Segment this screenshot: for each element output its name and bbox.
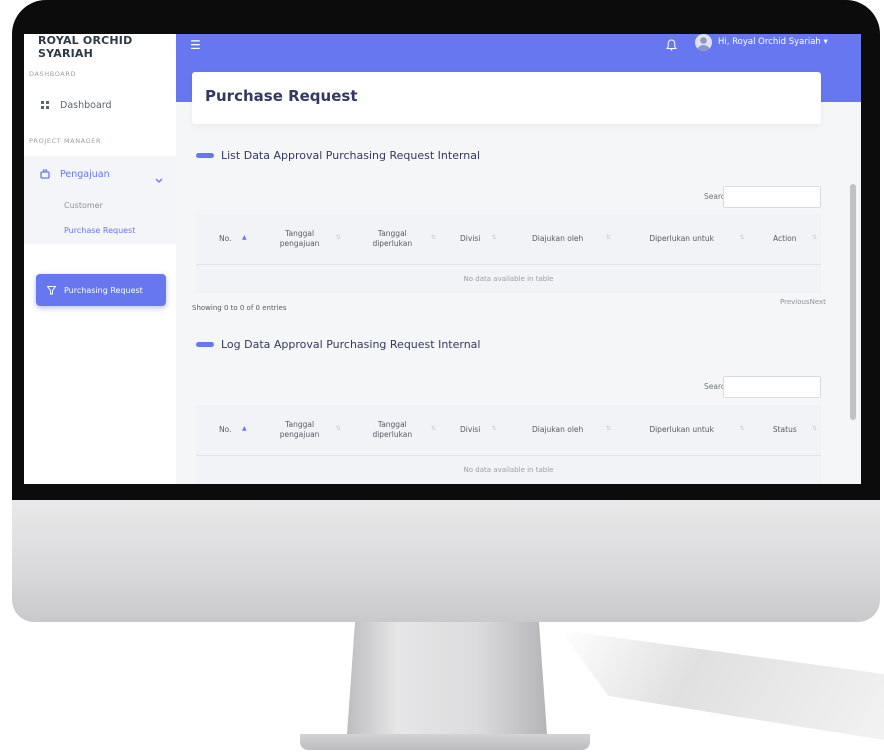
column-header-action[interactable]: Action ⇅	[748, 214, 821, 265]
sort-icon: ⇅	[811, 234, 817, 241]
sidebar-item-label: Pengajuan	[60, 168, 110, 180]
briefcase-icon	[40, 169, 50, 179]
purchasing-request-label: Purchasing Request	[64, 285, 143, 295]
column-header-status[interactable]: Status ⇅	[748, 405, 821, 456]
sort-icon: ⇅	[605, 234, 611, 241]
desk-shadow	[560, 630, 884, 740]
sidebar-item-dashboard[interactable]: Dashboard	[24, 91, 176, 119]
column-header-tanggal-pengajuan[interactable]: Tanggal pengajuan ⇅	[254, 405, 345, 456]
column-header-divisi[interactable]: Divisi ⇅	[439, 405, 501, 456]
column-header-no[interactable]: No. ▲	[196, 214, 255, 265]
table-header-row: No. ▲ Tanggal pengajuan ⇅ Tanggal diperluk…	[196, 214, 821, 265]
monitor-stand	[347, 622, 547, 734]
sort-icon: ⇅	[430, 234, 436, 241]
sort-icon: ⇅	[605, 425, 611, 432]
sort-icon: ⇅	[739, 425, 745, 432]
sidebar-item-pengajuan[interactable]: Pengajuan	[24, 160, 176, 188]
sort-icon: ⇅	[491, 234, 497, 241]
page-title: Purchase Request	[205, 87, 358, 105]
chevron-down-icon	[155, 169, 163, 188]
column-header-divisi[interactable]: Divisi ⇅	[439, 214, 501, 265]
pagination[interactable]: PreviousNext	[780, 298, 826, 306]
sort-icon: ⇅	[811, 425, 817, 432]
table-header-row: No. ▲ Tanggal pengajuan ⇅ Tanggal diperluk…	[196, 405, 821, 456]
sort-icon: ⇅	[491, 425, 497, 432]
page-header-card: Purchase Request	[192, 72, 821, 124]
sort-icon: ⇅	[739, 234, 745, 241]
table-row: No data available in table	[196, 456, 821, 485]
user-avatar-icon[interactable]	[695, 34, 712, 51]
column-header-diperlukan-untuk[interactable]: Diperlukan untuk ⇅	[614, 405, 749, 456]
brand-title: ROYAL ORCHID SYARIAH	[38, 34, 133, 60]
sort-icon: ⇅	[335, 234, 341, 241]
sidebar: ROYAL ORCHID SYARIAH DASHBOARD Dashboard…	[24, 34, 176, 484]
list-section-title: List Data Approval Purchasing Request In…	[221, 149, 481, 162]
log-search-input[interactable]	[723, 376, 821, 398]
column-header-tanggal-diperlukan[interactable]: Tanggal diperlukan ⇅	[344, 214, 440, 265]
column-header-no[interactable]: No. ▲	[196, 405, 255, 456]
sort-icon: ⇅	[430, 425, 436, 432]
user-name: Hi, Royal Orchid Syariah	[718, 37, 821, 47]
section-marker	[196, 153, 214, 158]
user-menu[interactable]: Hi, Royal Orchid Syariah ▾	[718, 37, 828, 47]
monitor-stand-base	[300, 734, 590, 750]
empty-table-message: No data available in table	[463, 466, 554, 474]
column-header-tanggal-pengajuan[interactable]: Tanggal pengajuan ⇅	[254, 214, 345, 265]
sidebar-item-label: Dashboard	[60, 99, 112, 111]
table-row: No data available in table	[196, 265, 821, 294]
empty-table-message: No data available in table	[463, 275, 554, 283]
sort-icon: ⇅	[335, 425, 341, 432]
scrollbar[interactable]	[850, 184, 856, 420]
log-data-table: No. ▲ Tanggal pengajuan ⇅ Tanggal diperluk…	[196, 405, 821, 484]
sort-asc-icon: ▲	[242, 234, 247, 241]
column-header-diajukan-oleh[interactable]: Diajukan oleh ⇅	[500, 214, 615, 265]
filter-icon	[47, 285, 56, 295]
list-search-input[interactable]	[723, 186, 821, 208]
column-header-diajukan-oleh[interactable]: Diajukan oleh ⇅	[500, 405, 615, 456]
sidebar-subitem-customer[interactable]: Customer	[64, 201, 103, 210]
app-screen: ROYAL ORCHID SYARIAH DASHBOARD Dashboard…	[24, 34, 861, 484]
purchasing-request-button[interactable]: Purchasing Request	[36, 274, 166, 306]
sidebar-subitem-purchase-request[interactable]: Purchase Request	[64, 226, 135, 235]
log-section-title: Log Data Approval Purchasing Request Int…	[221, 338, 481, 351]
bell-icon[interactable]	[665, 36, 678, 55]
monitor-chin	[12, 500, 880, 622]
sidebar-section-dashboard: DASHBOARD	[29, 70, 77, 78]
column-header-tanggal-diperlukan[interactable]: Tanggal diperlukan ⇅	[344, 405, 440, 456]
sidebar-section-project-manager: PROJECT MANAGER	[29, 137, 102, 145]
dashboard-grid-icon	[40, 100, 50, 110]
table-info: Showing 0 to 0 of 0 entries	[192, 304, 287, 312]
sort-asc-icon: ▲	[242, 425, 247, 432]
column-header-diperlukan-untuk[interactable]: Diperlukan untuk ⇅	[614, 214, 749, 265]
section-marker	[196, 342, 214, 347]
menu-icon[interactable]: ☰	[190, 38, 201, 52]
list-data-table: No. ▲ Tanggal pengajuan ⇅ Tanggal diperluk…	[196, 214, 821, 293]
